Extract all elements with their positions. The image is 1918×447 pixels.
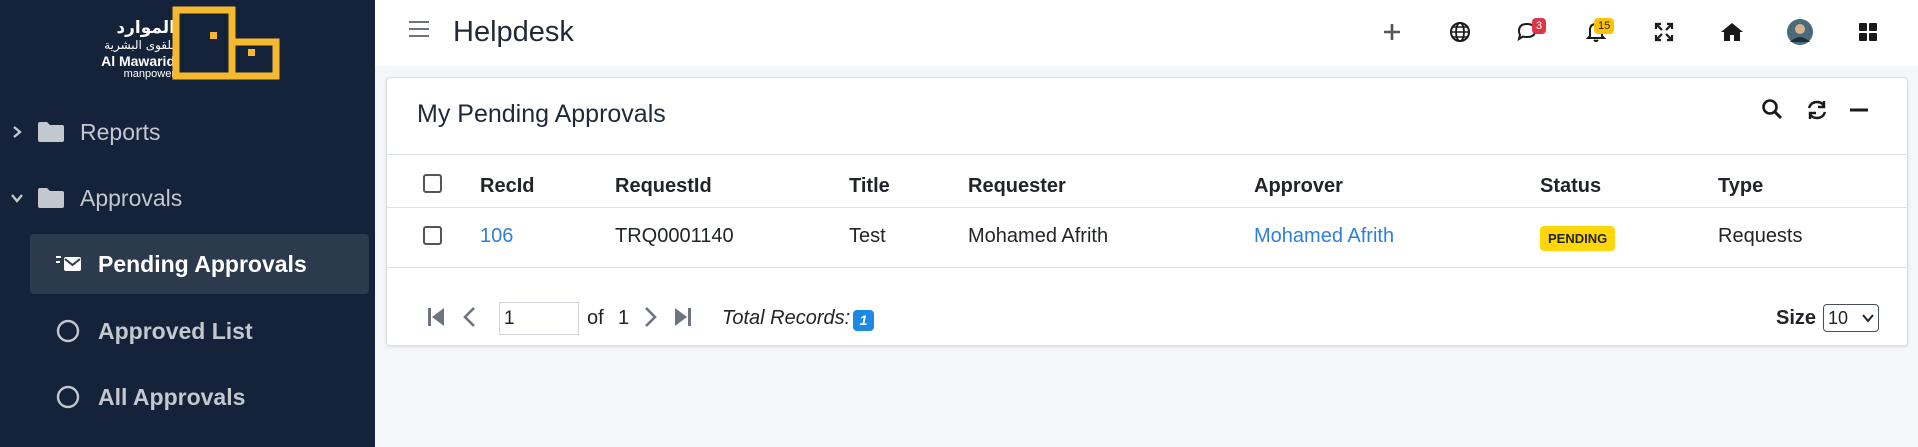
- select-all-checkbox[interactable]: [423, 174, 442, 193]
- card-header-divider: [387, 154, 1907, 155]
- sidebar-item-label: All Approvals: [98, 383, 246, 410]
- status-badge: PENDING: [1540, 226, 1616, 251]
- chevron-down-icon: [1862, 314, 1874, 323]
- sidebar-group-label: Approvals: [80, 184, 183, 211]
- home-button[interactable]: [1718, 18, 1746, 46]
- header-row-divider: [387, 207, 1907, 208]
- page-title: Helpdesk: [453, 16, 574, 48]
- sidebar-item-label: Pending Approvals: [98, 250, 307, 277]
- sidebar-item-pending-approvals[interactable]: Pending Approvals: [30, 234, 369, 294]
- expand-icon: [1654, 22, 1674, 42]
- plus-icon: [1384, 24, 1400, 40]
- column-header-status[interactable]: Status: [1540, 175, 1601, 198]
- column-header-title[interactable]: Title: [849, 175, 890, 198]
- brand-mark-icon: [172, 6, 280, 80]
- total-records-count: 1: [853, 310, 874, 331]
- brand-text: الموارد للقوى البشرية Al Mawarid manpowe…: [101, 20, 175, 80]
- globe-icon: [1450, 22, 1470, 42]
- sidebar-group-label: Reports: [80, 118, 161, 145]
- brand-logo[interactable]: الموارد للقوى البشرية Al Mawarid manpowe…: [80, 6, 295, 86]
- column-header-recid[interactable]: RecId: [480, 175, 534, 198]
- page-size-value: 10: [1828, 307, 1849, 328]
- chevron-down-icon: [11, 194, 23, 203]
- notifications-count-badge: 15: [1594, 18, 1615, 34]
- top-navbar: Helpdesk 3 15: [375, 0, 1918, 66]
- last-page-icon[interactable]: [672, 306, 694, 328]
- brand-arabic-name: الموارد: [116, 18, 175, 38]
- refresh-icon: [1807, 100, 1827, 120]
- notifications-button[interactable]: 15: [1582, 18, 1615, 46]
- previous-page-icon[interactable]: [459, 306, 481, 328]
- column-header-approver[interactable]: Approver: [1254, 175, 1343, 198]
- page-size-select[interactable]: 10: [1823, 304, 1879, 332]
- sidebar-group-approvals[interactable]: Approvals: [0, 170, 375, 226]
- search-button[interactable]: [1761, 98, 1783, 125]
- page-number-input[interactable]: [499, 302, 579, 335]
- approver-link[interactable]: Mohamed Afrith: [1254, 225, 1394, 248]
- requester-cell: Mohamed Afrith: [968, 225, 1109, 247]
- of-label: of: [587, 307, 604, 329]
- card-title: My Pending Approvals: [417, 100, 666, 128]
- column-header-requestid[interactable]: RequestId: [615, 175, 712, 198]
- page-size-label: Size: [1776, 307, 1817, 329]
- chevron-right-icon: [13, 126, 22, 138]
- apps-button[interactable]: [1854, 18, 1882, 46]
- language-button[interactable]: [1446, 18, 1474, 46]
- home-icon: [1721, 23, 1743, 41]
- requestid-cell: TRQ0001140: [615, 225, 734, 247]
- search-icon: [1762, 99, 1783, 120]
- circle-icon: [56, 319, 80, 343]
- collapse-button[interactable]: [1849, 98, 1869, 127]
- grid-icon: [1859, 23, 1877, 41]
- first-page-icon[interactable]: [425, 306, 447, 328]
- add-button[interactable]: [1378, 18, 1406, 46]
- title-cell: Test: [849, 225, 886, 247]
- sidebar: الموارد للقوى البشرية Al Mawarid manpowe…: [0, 0, 375, 447]
- row-divider: [387, 267, 1907, 268]
- minus-icon: [1850, 108, 1868, 112]
- sidebar-item-approved-list[interactable]: Approved List: [30, 301, 369, 361]
- column-header-requester[interactable]: Requester: [968, 175, 1066, 198]
- folder-icon: [38, 188, 64, 208]
- brand-arabic-subtitle: للقوى البشرية: [104, 38, 175, 52]
- type-cell: Requests: [1718, 225, 1803, 247]
- sidebar-item-all-approvals[interactable]: All Approvals: [30, 367, 369, 427]
- brand-english-name: Al Mawarid: [101, 53, 175, 69]
- circle-icon: [56, 385, 80, 409]
- pending-approvals-card: My Pending Approvals RecId RequestId Tit…: [386, 77, 1908, 346]
- folder-icon: [38, 122, 64, 142]
- mail-list-icon: [56, 256, 81, 271]
- sidebar-group-reports[interactable]: Reports: [0, 104, 375, 160]
- user-avatar[interactable]: [1786, 18, 1814, 46]
- avatar-icon: [1787, 19, 1813, 45]
- fullscreen-button[interactable]: [1650, 18, 1678, 46]
- brand-english-subtitle: manpower: [123, 68, 175, 80]
- column-header-type[interactable]: Type: [1718, 175, 1763, 198]
- menu-toggle-icon[interactable]: [409, 21, 429, 39]
- sidebar-item-label: Approved List: [98, 317, 253, 344]
- messages-button[interactable]: 3: [1514, 18, 1547, 46]
- total-records-label: Total Records:: [722, 307, 851, 329]
- next-page-icon[interactable]: [639, 306, 661, 328]
- refresh-button[interactable]: [1805, 98, 1829, 127]
- recid-link[interactable]: 106: [480, 225, 513, 248]
- messages-count-badge: 3: [1532, 18, 1547, 34]
- row-checkbox[interactable]: [423, 226, 442, 245]
- total-pages: 1: [618, 307, 630, 329]
